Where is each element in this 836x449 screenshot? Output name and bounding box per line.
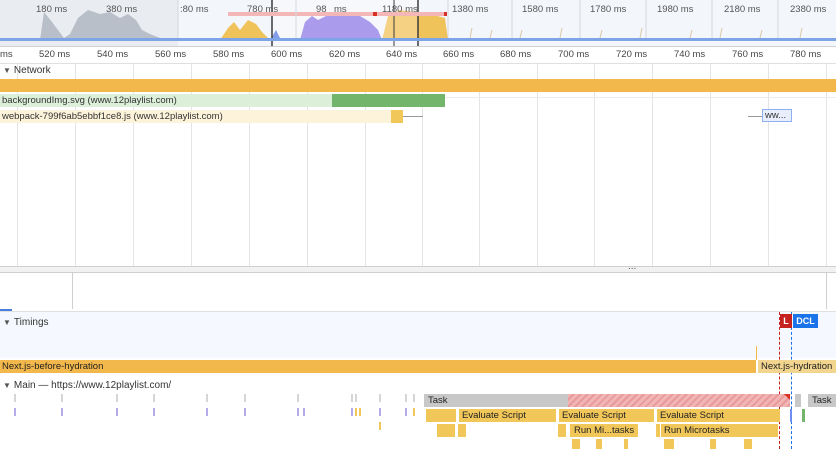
grid-line — [537, 64, 538, 266]
expand-triangle-icon[interactable]: ▼ — [3, 66, 11, 75]
network-request-ww-whisker — [748, 116, 762, 117]
network-track — [0, 38, 836, 41]
network-request-svg-download[interactable] — [332, 94, 445, 107]
timings-track — [0, 312, 836, 358]
long-task-corner-flag — [784, 394, 790, 400]
frame-boundary — [826, 273, 827, 309]
timeline-overview[interactable]: 180 ms 380 ms :80 ms 780 ms 98 ms 1180 m… — [0, 0, 836, 47]
overview-tick-label: 2380 ms — [790, 4, 827, 15]
overview-tick-label: 1780 ms — [590, 4, 627, 15]
ruler-label: 760 ms — [732, 49, 764, 60]
long-task-overrun[interactable] — [568, 394, 790, 407]
network-title: Network — [13, 65, 51, 76]
user-timing-before-hydration[interactable] — [0, 360, 756, 373]
ruler-label: 520 ms — [39, 49, 71, 60]
function-call[interactable] — [458, 424, 466, 437]
call-stack-fragment[interactable] — [744, 439, 752, 449]
dcl-marker[interactable]: DCL — [793, 314, 818, 328]
grid-line — [652, 64, 653, 266]
overview-tick-label: 98 — [316, 4, 327, 15]
network-request-label: webpack-799f6ab5ebbf1ce8.js (www.12playl… — [2, 111, 223, 122]
ruler-label: 600 ms — [271, 49, 303, 60]
grid-line — [826, 64, 827, 266]
grid-line — [479, 64, 480, 266]
ruler-label: ms — [0, 49, 13, 60]
overview-tick-label: 380 ms — [106, 4, 138, 15]
evaluate-script-label: Evaluate Script — [660, 410, 724, 421]
ruler-label: 620 ms — [329, 49, 361, 60]
user-timing-label: Next.js-before-hydration — [2, 361, 104, 372]
load-event-line — [779, 312, 780, 449]
call-stack-fragment[interactable] — [572, 439, 580, 449]
long-task-red-tick-2 — [444, 12, 447, 16]
ruler-label: 660 ms — [443, 49, 475, 60]
function-call[interactable] — [558, 424, 566, 437]
user-timing-label: Next.js-hydration — [761, 361, 833, 372]
overview-tick-label: 1980 ms — [657, 4, 694, 15]
overview-tick-label: 2180 ms — [724, 4, 761, 15]
cpu-gold-area-1 — [220, 20, 270, 40]
overview-tick-label: 180 ms — [36, 4, 68, 15]
timings-title: Timings — [13, 317, 49, 328]
timings-track-header[interactable]: ▼ Timings — [0, 317, 49, 328]
network-track-header[interactable]: ▼ Network — [0, 65, 51, 76]
grid-line — [710, 64, 711, 266]
task-green-slice[interactable] — [802, 409, 805, 422]
ruler-label: 580 ms — [213, 49, 245, 60]
tail-activity — [469, 27, 803, 39]
overview-tick-label: ms — [334, 4, 347, 15]
evaluate-script-label: Evaluate Script — [562, 410, 626, 421]
overview-tick-label: :80 ms — [180, 4, 209, 15]
network-request-label: ww... — [765, 110, 787, 121]
function-call[interactable] — [437, 424, 455, 437]
main-thread-small-tasks — [14, 394, 415, 430]
frame-indicator — [0, 309, 12, 311]
main-track-header[interactable]: ▼ Main — https://www.12playlist.com/ — [0, 380, 171, 391]
overview-tick-label: 1580 ms — [522, 4, 559, 15]
evaluate-script-label: Evaluate Script — [462, 410, 526, 421]
network-gold-bar[interactable] — [0, 79, 836, 92]
ruler-label: 540 ms — [97, 49, 129, 60]
call-stack-fragment[interactable] — [664, 439, 674, 449]
frame-boundary — [72, 273, 73, 309]
call-stack-fragment[interactable] — [596, 439, 602, 449]
expand-triangle-icon[interactable]: ▼ — [3, 381, 11, 390]
main-title: Main — https://www.12playlist.com/ — [13, 380, 172, 391]
overview-tick-label: 1380 ms — [452, 4, 489, 15]
network-request-label: backgroundImg.svg (www.12playlist.com) — [2, 95, 177, 106]
expand-triangle-icon[interactable]: ▼ — [3, 318, 11, 327]
task-label: Task — [812, 395, 832, 406]
run-microtasks-label: Run Microtasks — [664, 425, 730, 436]
ruler-label: 640 ms — [386, 49, 418, 60]
ruler-label: 720 ms — [616, 49, 648, 60]
call-stack-fragment[interactable] — [710, 439, 716, 449]
ruler-label: 560 ms — [155, 49, 187, 60]
ruler-label: 700 ms — [558, 49, 590, 60]
ruler-label: 740 ms — [674, 49, 706, 60]
run-microtasks-label: Run Mi...tasks — [574, 425, 635, 436]
load-marker[interactable]: L — [780, 314, 792, 328]
evaluate-script-block[interactable] — [426, 409, 456, 422]
task-label: Task — [428, 395, 448, 406]
ruler-label: 680 ms — [500, 49, 532, 60]
splitter-grip-icon[interactable]: ... — [628, 261, 636, 272]
call-stack-fragment[interactable] — [624, 439, 628, 449]
overview-tick-label: 1180 ms — [382, 4, 418, 15]
task-small[interactable] — [795, 394, 801, 407]
panel-splitter[interactable]: ... — [0, 261, 836, 273]
frames-track — [0, 273, 836, 312]
ruler-label: 780 ms — [790, 49, 822, 60]
task-blue-slice[interactable] — [790, 409, 792, 422]
network-request-js-whisker — [403, 116, 423, 117]
time-ruler: ms 520 ms 540 ms 560 ms 580 ms 600 ms 62… — [0, 47, 836, 64]
overview-tick-label: 780 ms — [247, 4, 279, 15]
dcl-event-line — [791, 312, 792, 449]
network-request-js-download[interactable] — [391, 110, 403, 123]
user-timing-thin-mark — [756, 346, 757, 360]
grid-line — [594, 64, 595, 266]
grid-line — [768, 64, 769, 266]
long-task-red-tick — [373, 12, 377, 16]
